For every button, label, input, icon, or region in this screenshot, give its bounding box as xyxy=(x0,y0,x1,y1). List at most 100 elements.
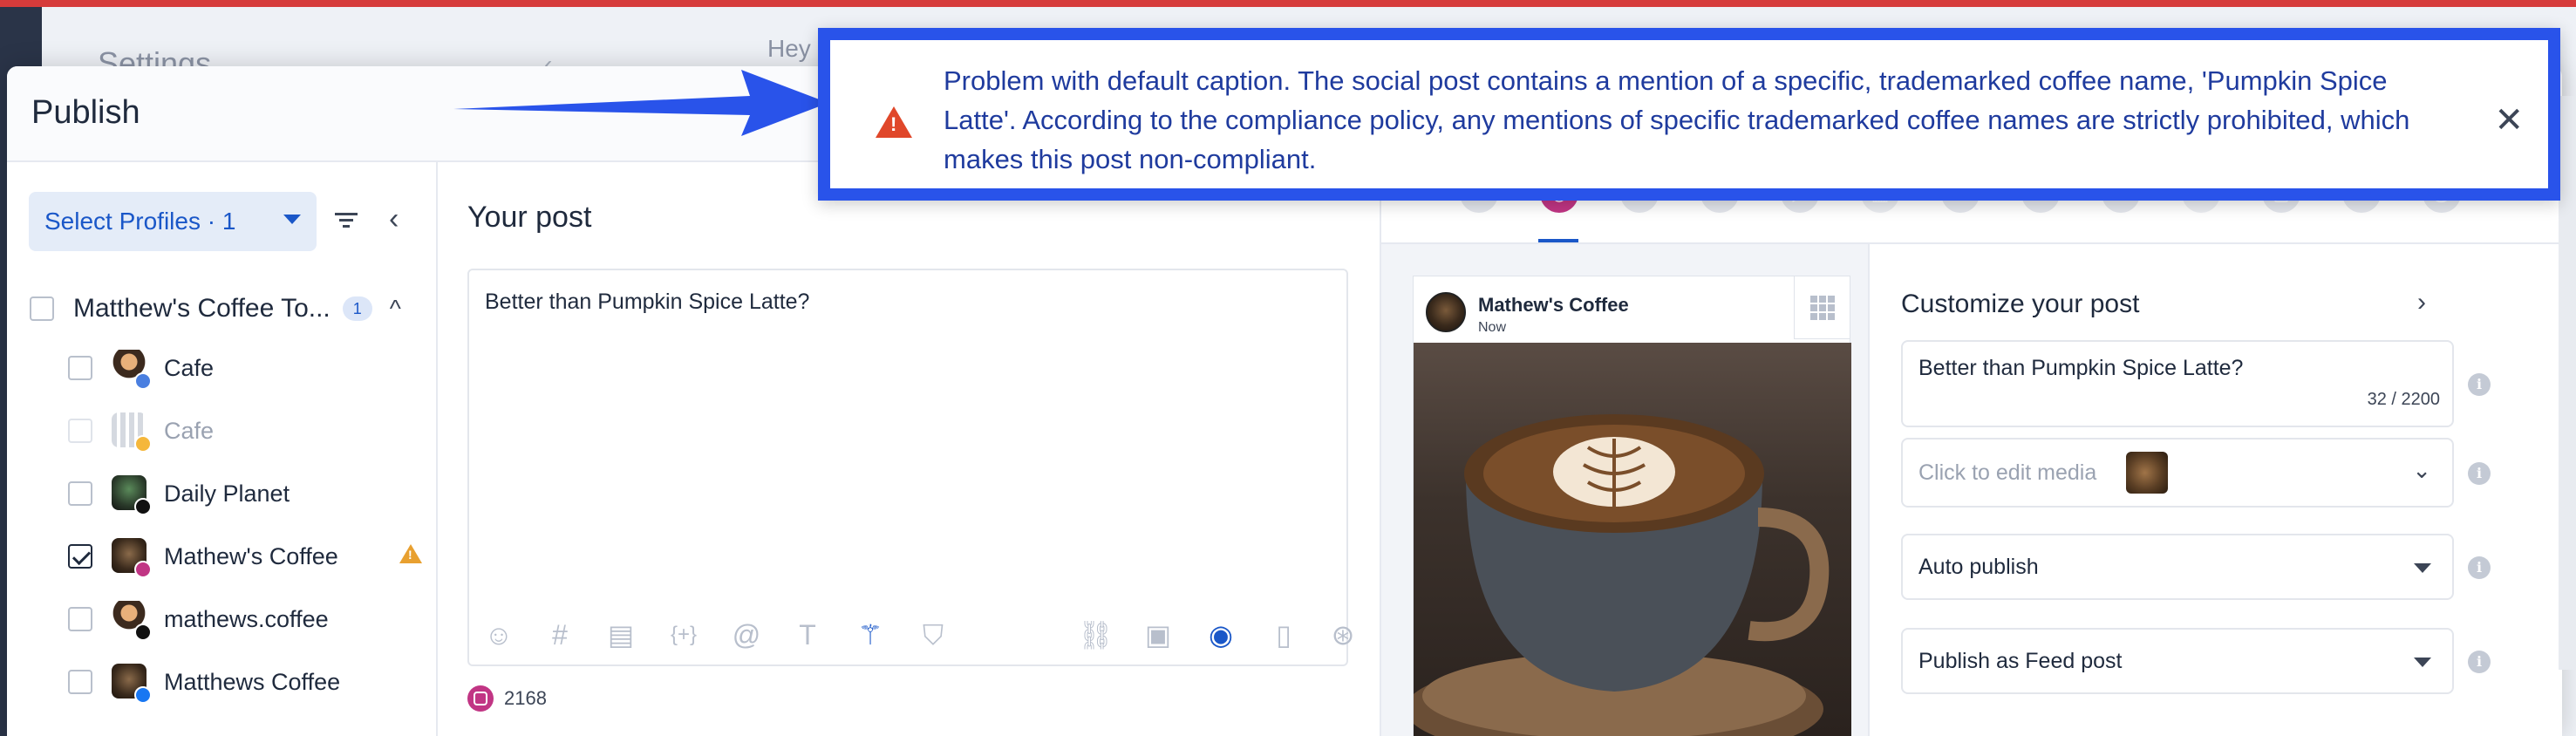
avatar xyxy=(112,475,152,515)
hashtag-icon[interactable]: # xyxy=(542,617,577,652)
post-text-editor[interactable]: Better than Pumpkin Spice Latte? ☺ # ▤ {… xyxy=(467,269,1355,666)
media-placeholder: Click to edit media xyxy=(1918,460,2097,485)
info-icon[interactable]: i xyxy=(2468,462,2491,485)
caret-down-icon xyxy=(2414,563,2431,573)
instagram-preview-card: Mathew's Coffee Now xyxy=(1413,276,1851,736)
document-icon[interactable]: ▯ xyxy=(1266,617,1301,652)
top-accent-line xyxy=(0,0,2576,7)
camera-icon[interactable]: ◉ xyxy=(1203,617,1238,652)
collapse-panel-icon[interactable]: ‹ xyxy=(389,204,399,234)
info-icon[interactable]: i xyxy=(2468,651,2491,673)
profile-checkbox[interactable] xyxy=(68,481,92,506)
avatar xyxy=(112,601,152,641)
x-icon xyxy=(134,498,152,515)
post-type-select[interactable]: Publish as Feed post xyxy=(1901,628,2454,694)
select-profiles-dropdown[interactable]: Select Profiles · 1 xyxy=(29,192,317,251)
avatar xyxy=(112,664,152,704)
profile-item[interactable]: Matthews Coffee xyxy=(68,659,434,705)
caption-field[interactable]: Better than Pumpkin Spice Latte? 32 / 22… xyxy=(1901,340,2454,427)
post-type-value: Publish as Feed post xyxy=(1918,649,2123,673)
group-name: Matthew's Coffee To... xyxy=(73,294,331,323)
shield-icon[interactable]: ⛉ xyxy=(916,617,951,652)
avatar xyxy=(112,350,152,390)
character-remaining: 2168 xyxy=(467,685,547,712)
location-icon xyxy=(134,435,152,453)
compliance-notification: Problem with default caption. The social… xyxy=(818,28,2560,201)
mention-icon[interactable]: @ xyxy=(729,617,764,652)
profile-name: Matthews Coffee xyxy=(164,668,341,695)
avatar xyxy=(112,538,152,578)
instagram-icon xyxy=(134,561,152,578)
customize-panel: Customize your post › Better than Pumpki… xyxy=(1870,244,2562,736)
emoji-icon[interactable]: ☺ xyxy=(481,617,516,652)
active-tab-indicator xyxy=(1538,239,1578,242)
caption-char-count: 32 / 2200 xyxy=(2367,390,2440,409)
ai-magic-wand-icon[interactable]: ⚚ xyxy=(853,617,888,652)
pointer-arrow xyxy=(453,70,828,136)
profile-item[interactable]: mathews.coffee xyxy=(68,596,434,642)
profile-checkbox[interactable] xyxy=(68,607,92,631)
greeting-text: Hey xyxy=(767,35,811,62)
editor-toolbar: ☺ # ▤ {+} @ T ⚚ ⛉ ⛓ ▣ ◉ ▯ ⊛ xyxy=(481,612,1355,654)
text-format-icon[interactable]: T xyxy=(790,617,825,652)
video-icon[interactable]: ▣ xyxy=(1141,617,1176,652)
variables-icon[interactable]: {+} xyxy=(666,617,701,652)
preview-image xyxy=(1414,343,1851,736)
link-icon[interactable]: ⛓ xyxy=(1078,617,1114,652)
profile-checkbox[interactable] xyxy=(68,670,92,694)
remaining-count: 2168 xyxy=(504,687,547,709)
select-profiles-label: Select Profiles · 1 xyxy=(44,208,236,235)
post-editor-panel: Your post Better than Pumpkin Spice Latt… xyxy=(438,162,1380,736)
profile-name: Cafe xyxy=(164,354,215,381)
media-thumbnail xyxy=(2126,452,2168,494)
post-text[interactable]: Better than Pumpkin Spice Latte? xyxy=(485,290,809,315)
google-business-icon xyxy=(134,372,152,390)
caption-text[interactable]: Better than Pumpkin Spice Latte? xyxy=(1918,356,2243,381)
profile-item[interactable]: Mathew's Coffee xyxy=(68,534,434,579)
profile-group[interactable]: Matthew's Coffee To... 1 ^ xyxy=(30,291,431,326)
notification-message: Problem with default caption. The social… xyxy=(944,65,2410,174)
modal-title: Publish xyxy=(31,94,140,131)
threads-icon xyxy=(134,624,152,641)
group-count-badge: 1 xyxy=(342,296,372,321)
chevron-down-icon: ⌄ xyxy=(2412,457,2431,483)
facebook-icon xyxy=(134,686,152,704)
instagram-icon xyxy=(467,685,494,712)
your-post-heading: Your post xyxy=(467,201,592,234)
profile-item[interactable]: Daily Planet xyxy=(68,471,434,516)
profile-name: Daily Planet xyxy=(164,480,290,507)
profile-name: Mathew's Coffee xyxy=(164,542,338,569)
chevron-right-icon[interactable]: › xyxy=(2417,288,2426,317)
profile-name: Cafe xyxy=(164,417,215,444)
caret-down-icon xyxy=(2414,658,2431,667)
avatar xyxy=(112,412,152,453)
post-preview: Mathew's Coffee Now xyxy=(1381,244,1870,736)
preview-panel: f ◎ in ✕ ▶ ▦ ● P ♪ ◌ ▢ t @ Mathew's Coff… xyxy=(1380,162,2562,736)
publish-mode-select[interactable]: Auto publish xyxy=(1901,534,2454,600)
avatar xyxy=(1426,292,1466,332)
info-icon[interactable]: i xyxy=(2468,373,2491,396)
publish-mode-value: Auto publish xyxy=(1918,555,2039,579)
info-icon[interactable]: i xyxy=(2468,556,2491,579)
customize-title: Customize your post xyxy=(1901,290,2140,318)
edit-media-dropdown[interactable]: Click to edit media ⌄ xyxy=(1901,438,2454,508)
profile-checkbox[interactable] xyxy=(68,419,92,443)
chevron-up-icon[interactable]: ^ xyxy=(390,295,401,323)
profile-checkbox[interactable] xyxy=(68,544,92,569)
group-checkbox[interactable] xyxy=(30,296,54,321)
preview-time: Now xyxy=(1478,320,1507,335)
caret-down-icon xyxy=(283,215,301,224)
scrollbar[interactable] xyxy=(2559,96,2576,670)
profile-checkbox[interactable] xyxy=(68,356,92,380)
profiles-panel: Select Profiles · 1 ‹ Matthew's Coffee T… xyxy=(7,162,438,736)
latte-art-image xyxy=(1414,414,1830,736)
profile-name: mathews.coffee xyxy=(164,605,329,632)
grid-view-icon[interactable] xyxy=(1794,276,1850,339)
circles-icon[interactable]: ⊛ xyxy=(1325,617,1360,652)
profile-item[interactable]: Cafe xyxy=(68,408,434,453)
text-block-icon[interactable]: ▤ xyxy=(603,617,638,652)
preview-account-name: Mathew's Coffee xyxy=(1478,294,1629,316)
close-icon[interactable]: ✕ xyxy=(2494,103,2524,138)
profile-item[interactable]: Cafe xyxy=(68,345,434,391)
filter-icon[interactable] xyxy=(333,208,359,234)
